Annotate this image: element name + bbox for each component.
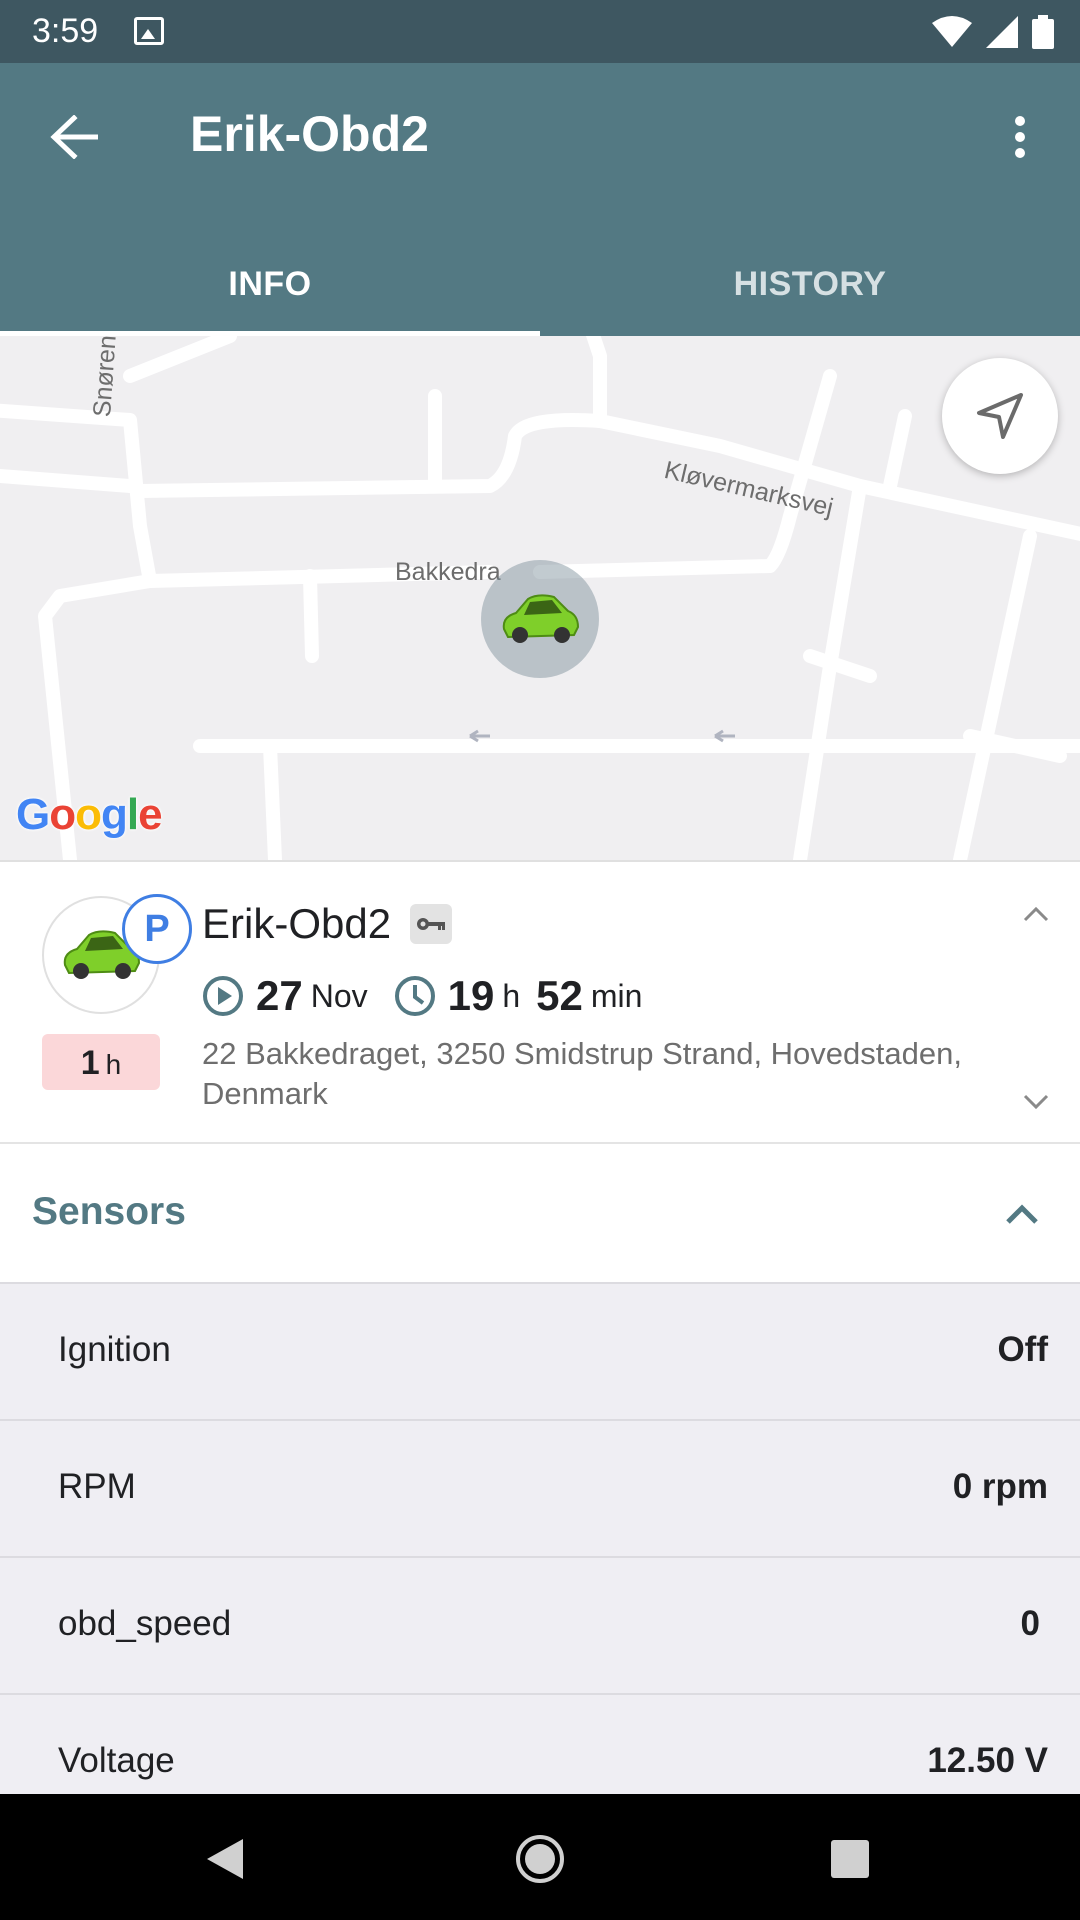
circle-home-icon — [516, 1835, 564, 1883]
sensor-row-ignition: Ignition Off — [0, 1282, 1080, 1419]
page-title: Erik-Obd2 — [190, 106, 429, 162]
sensor-name: Ignition — [58, 1330, 171, 1369]
chevron-down-icon — [1023, 1094, 1049, 1110]
more-vert-icon — [1015, 116, 1025, 158]
chevron-up-icon — [1023, 906, 1049, 922]
time-minutes-unit: min — [590, 977, 643, 1014]
date-day: 27 — [256, 972, 303, 1019]
arrow-back-icon — [50, 115, 98, 159]
vehicle-marker[interactable] — [481, 560, 599, 678]
navigation-arrow-icon — [977, 393, 1023, 439]
cell-signal-icon — [986, 16, 1018, 48]
sensors-collapse-button[interactable] — [994, 1186, 1050, 1242]
image-notification-icon — [134, 17, 164, 45]
duration-unit: h — [105, 1049, 122, 1080]
tab-history[interactable]: HISTORY — [540, 233, 1080, 336]
nav-home-button[interactable] — [505, 1824, 575, 1894]
clock-icon — [394, 976, 435, 1016]
device-name: Erik-Obd2 — [202, 900, 392, 947]
play-circle-icon — [203, 976, 243, 1016]
system-nav-bar — [0, 1794, 1080, 1920]
device-info-panel: P 1 h Erik-Obd2 27 Nov 19 h 52 min 22 Ba… — [0, 860, 1080, 1144]
expand-panel-button[interactable] — [1014, 1080, 1058, 1124]
sensor-value: Off — [997, 1330, 1048, 1369]
triangle-back-icon — [207, 1839, 243, 1879]
app-bar: Erik-Obd2 INFO HISTORY — [0, 63, 1080, 336]
sensor-value: 0 — [1020, 1604, 1040, 1643]
date-month: Nov — [310, 977, 368, 1014]
square-recents-icon — [831, 1840, 869, 1878]
nav-recents-button[interactable] — [815, 1824, 885, 1894]
sensor-value: 0 rpm — [952, 1467, 1048, 1506]
more-options-button[interactable] — [990, 103, 1050, 171]
status-time: 3:59 — [32, 12, 99, 50]
status-bar: 3:59 — [0, 0, 1080, 63]
back-button[interactable] — [40, 103, 108, 171]
duration-value: 1 — [80, 1044, 100, 1082]
google-logo: Google — [16, 790, 163, 839]
status-icons — [932, 12, 1054, 52]
sensors-title: Sensors — [32, 1190, 186, 1233]
sensor-value: 12.50 V — [927, 1741, 1048, 1780]
map-view[interactable]: Snørengen Kløvermarksvej Bakkedra Google — [0, 336, 1080, 860]
battery-icon — [1032, 15, 1054, 49]
tab-info[interactable]: INFO — [0, 233, 540, 336]
sensor-list: Ignition Off RPM 0 rpm obd_speed 0 Volta… — [0, 1282, 1080, 1830]
chevron-up-icon — [1006, 1204, 1038, 1224]
sensor-name: Voltage — [58, 1741, 175, 1780]
sensor-row-obd-speed: obd_speed 0 — [0, 1556, 1080, 1693]
sensors-section-header[interactable]: Sensors — [0, 1146, 1080, 1282]
duration-badge: 1 h — [42, 1034, 160, 1090]
car-icon — [502, 594, 580, 643]
nav-back-button[interactable] — [190, 1824, 260, 1894]
parking-status-badge: P — [122, 894, 192, 964]
street-label-bakkedraget: Bakkedra — [395, 558, 501, 586]
key-icon — [410, 904, 452, 944]
time-hours-unit: h — [502, 977, 521, 1014]
time-hours: 19 — [447, 972, 495, 1019]
device-address: 22 Bakkedraget, 3250 Smidstrup Strand, H… — [202, 1036, 962, 1111]
sensor-name: RPM — [58, 1467, 136, 1506]
timestamp-row: 27 Nov 19 h 52 min — [202, 968, 642, 1024]
navigate-button[interactable] — [942, 358, 1058, 474]
sensor-name: obd_speed — [58, 1604, 232, 1643]
time-minutes: 52 — [536, 972, 583, 1019]
sensor-row-rpm: RPM 0 rpm — [0, 1419, 1080, 1556]
tab-bar: INFO HISTORY — [0, 233, 1080, 336]
wifi-icon — [932, 16, 972, 47]
collapse-panel-button[interactable] — [1014, 892, 1058, 936]
